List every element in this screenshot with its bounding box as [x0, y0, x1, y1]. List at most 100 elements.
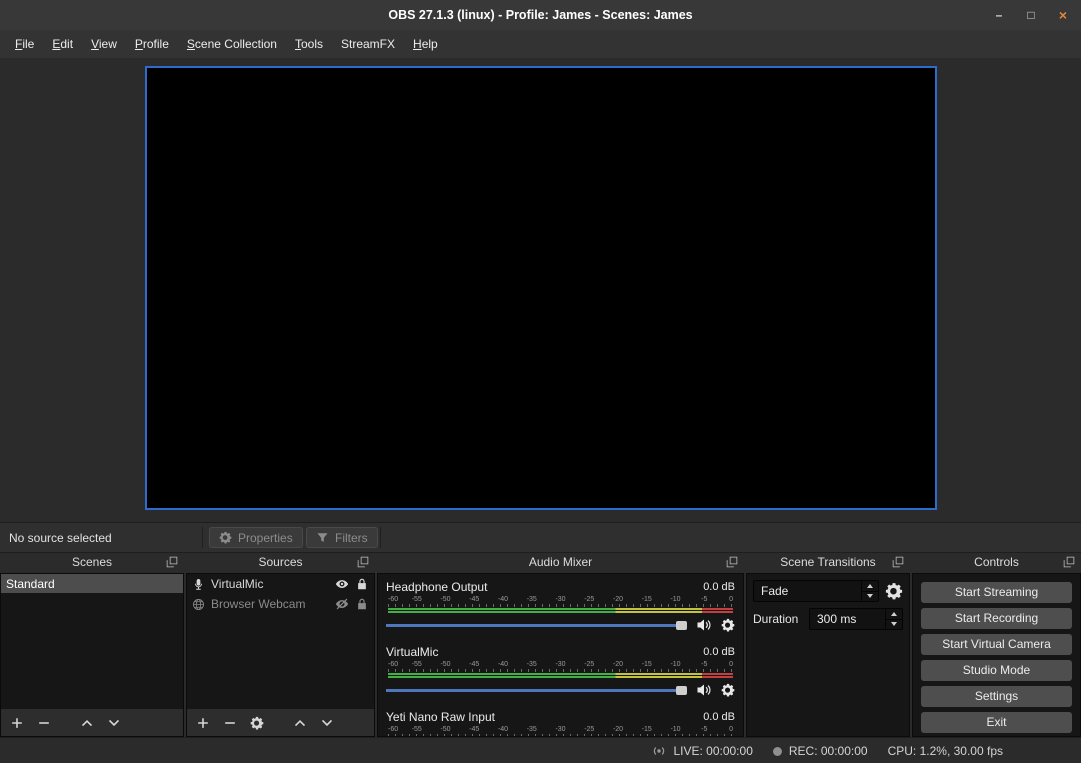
sources-dock-title: Sources [258, 555, 302, 569]
popout-icon[interactable] [1063, 556, 1075, 568]
channel-name: VirtualMic [386, 645, 438, 659]
scale-tick: -25 [584, 725, 594, 734]
sources-dock: Sources VirtualMic Browser Webcam [186, 551, 375, 737]
exit-button[interactable]: Exit [921, 712, 1072, 733]
controls-body: Start Streaming Start Recording Start Virt… [912, 573, 1081, 737]
properties-label: Properties [238, 531, 293, 545]
scale-tick: -40 [498, 595, 508, 604]
menu-item-streamfx[interactable]: StreamFX [332, 33, 404, 55]
channel-settings-button[interactable] [721, 683, 735, 697]
scenes-list: Standard [0, 573, 184, 710]
scene-down-button[interactable] [107, 716, 121, 730]
menu-item-view[interactable]: View [82, 33, 126, 55]
channel-settings-button[interactable] [721, 618, 735, 632]
triangle-down-icon [891, 622, 897, 626]
controls-dock-title: Controls [974, 555, 1019, 569]
scale-tick: -25 [584, 660, 594, 669]
source-item-browser-webcam[interactable]: Browser Webcam [187, 594, 374, 614]
gear-icon [219, 531, 232, 544]
source-up-button[interactable] [293, 716, 307, 730]
visibility-icon[interactable] [335, 577, 349, 591]
window-controls: – □ × [991, 0, 1071, 30]
duration-label: Duration [753, 612, 803, 626]
transition-up-button[interactable] [862, 581, 878, 591]
duration-spinbox[interactable]: 300 ms [809, 608, 903, 630]
filters-button[interactable]: Filters [306, 527, 378, 548]
start-virtual-camera-button[interactable]: Start Virtual Camera [921, 634, 1072, 655]
duration-up-button[interactable] [886, 609, 902, 619]
scale-tick: -55 [412, 725, 422, 734]
add-scene-button[interactable] [10, 716, 24, 730]
menu-item-help[interactable]: Help [404, 33, 447, 55]
remove-scene-button[interactable] [37, 716, 51, 730]
obs-window: OBS 27.1.3 (linux) - Profile: James - Sc… [0, 0, 1081, 763]
popout-icon[interactable] [357, 556, 369, 568]
duration-down-button[interactable] [886, 619, 902, 630]
scale-tick: -45 [469, 660, 479, 669]
studio-mode-button[interactable]: Studio Mode [921, 660, 1072, 681]
source-item-virtualmic[interactable]: VirtualMic [187, 574, 374, 594]
source-toolbar: No source selected Properties Filters [0, 522, 1081, 553]
popout-icon[interactable] [892, 556, 904, 568]
transition-settings-button[interactable] [885, 582, 903, 600]
source-properties-button[interactable] [250, 716, 264, 730]
duration-spinner [885, 609, 902, 629]
workspace [0, 58, 1081, 522]
cpu-fps-status: CPU: 1.2%, 30.00 fps [888, 744, 1003, 758]
menu-item-file[interactable]: File [6, 33, 43, 55]
mute-button[interactable] [696, 617, 712, 633]
menu-item-profile[interactable]: Profile [126, 33, 178, 55]
mic-icon [192, 578, 205, 591]
transition-spinner [861, 581, 878, 601]
scene-item-standard[interactable]: Standard [1, 574, 183, 593]
scale-tick: -55 [412, 595, 422, 604]
scale-tick: -55 [412, 660, 422, 669]
close-button[interactable]: × [1055, 7, 1071, 23]
toolbar-separator [380, 527, 381, 548]
menu-item-edit[interactable]: Edit [43, 33, 82, 55]
volume-slider[interactable] [386, 684, 687, 696]
menu-item-tools[interactable]: Tools [286, 33, 332, 55]
start-recording-button[interactable]: Start Recording [921, 608, 1072, 629]
filters-label: Filters [335, 531, 368, 545]
lock-icon[interactable] [355, 577, 369, 591]
mute-button[interactable] [696, 682, 712, 698]
source-down-button[interactable] [320, 716, 334, 730]
volume-slider-handle[interactable] [676, 621, 687, 630]
scale-tick: -40 [498, 660, 508, 669]
volume-slider-handle[interactable] [676, 686, 687, 695]
settings-button[interactable]: Settings [921, 686, 1072, 707]
duration-value: 300 ms [817, 612, 856, 626]
meter-tickmarks [388, 604, 733, 607]
minimize-button[interactable]: – [991, 7, 1007, 23]
properties-button[interactable]: Properties [209, 527, 303, 548]
popout-icon[interactable] [726, 556, 738, 568]
scale-tick: -30 [555, 660, 565, 669]
popout-icon[interactable] [166, 556, 178, 568]
transition-down-button[interactable] [862, 591, 878, 602]
no-source-label: No source selected [9, 523, 112, 552]
window-title: OBS 27.1.3 (linux) - Profile: James - Sc… [388, 8, 692, 22]
scene-transitions-dock-header: Scene Transitions [746, 551, 910, 573]
controls-dock-header: Controls [912, 551, 1081, 573]
transition-row: Fade [753, 580, 903, 602]
volume-slider[interactable] [386, 619, 687, 631]
source-name: Browser Webcam [211, 597, 329, 611]
audio-mixer-dock-title: Audio Mixer [529, 555, 592, 569]
scale-tick: 0 [729, 725, 733, 734]
visibility-off-icon[interactable] [335, 597, 349, 611]
scene-up-button[interactable] [80, 716, 94, 730]
scale-tick: -20 [613, 595, 623, 604]
meter-scale: -60-55-50-45-40-35-30-25-20-15-10-50 [388, 660, 733, 669]
add-source-button[interactable] [196, 716, 210, 730]
lock-icon[interactable] [355, 597, 369, 611]
start-streaming-button[interactable]: Start Streaming [921, 582, 1072, 603]
audio-mixer-dock: Audio Mixer Headphone Output0.0 dB-60-55… [377, 551, 744, 737]
scale-tick: -50 [440, 725, 450, 734]
menu-item-scene-collection[interactable]: Scene Collection [178, 33, 286, 55]
remove-source-button[interactable] [223, 716, 237, 730]
transition-select[interactable]: Fade [753, 580, 879, 602]
source-name: VirtualMic [211, 577, 329, 591]
maximize-button[interactable]: □ [1023, 7, 1039, 23]
preview-canvas[interactable] [145, 66, 937, 510]
